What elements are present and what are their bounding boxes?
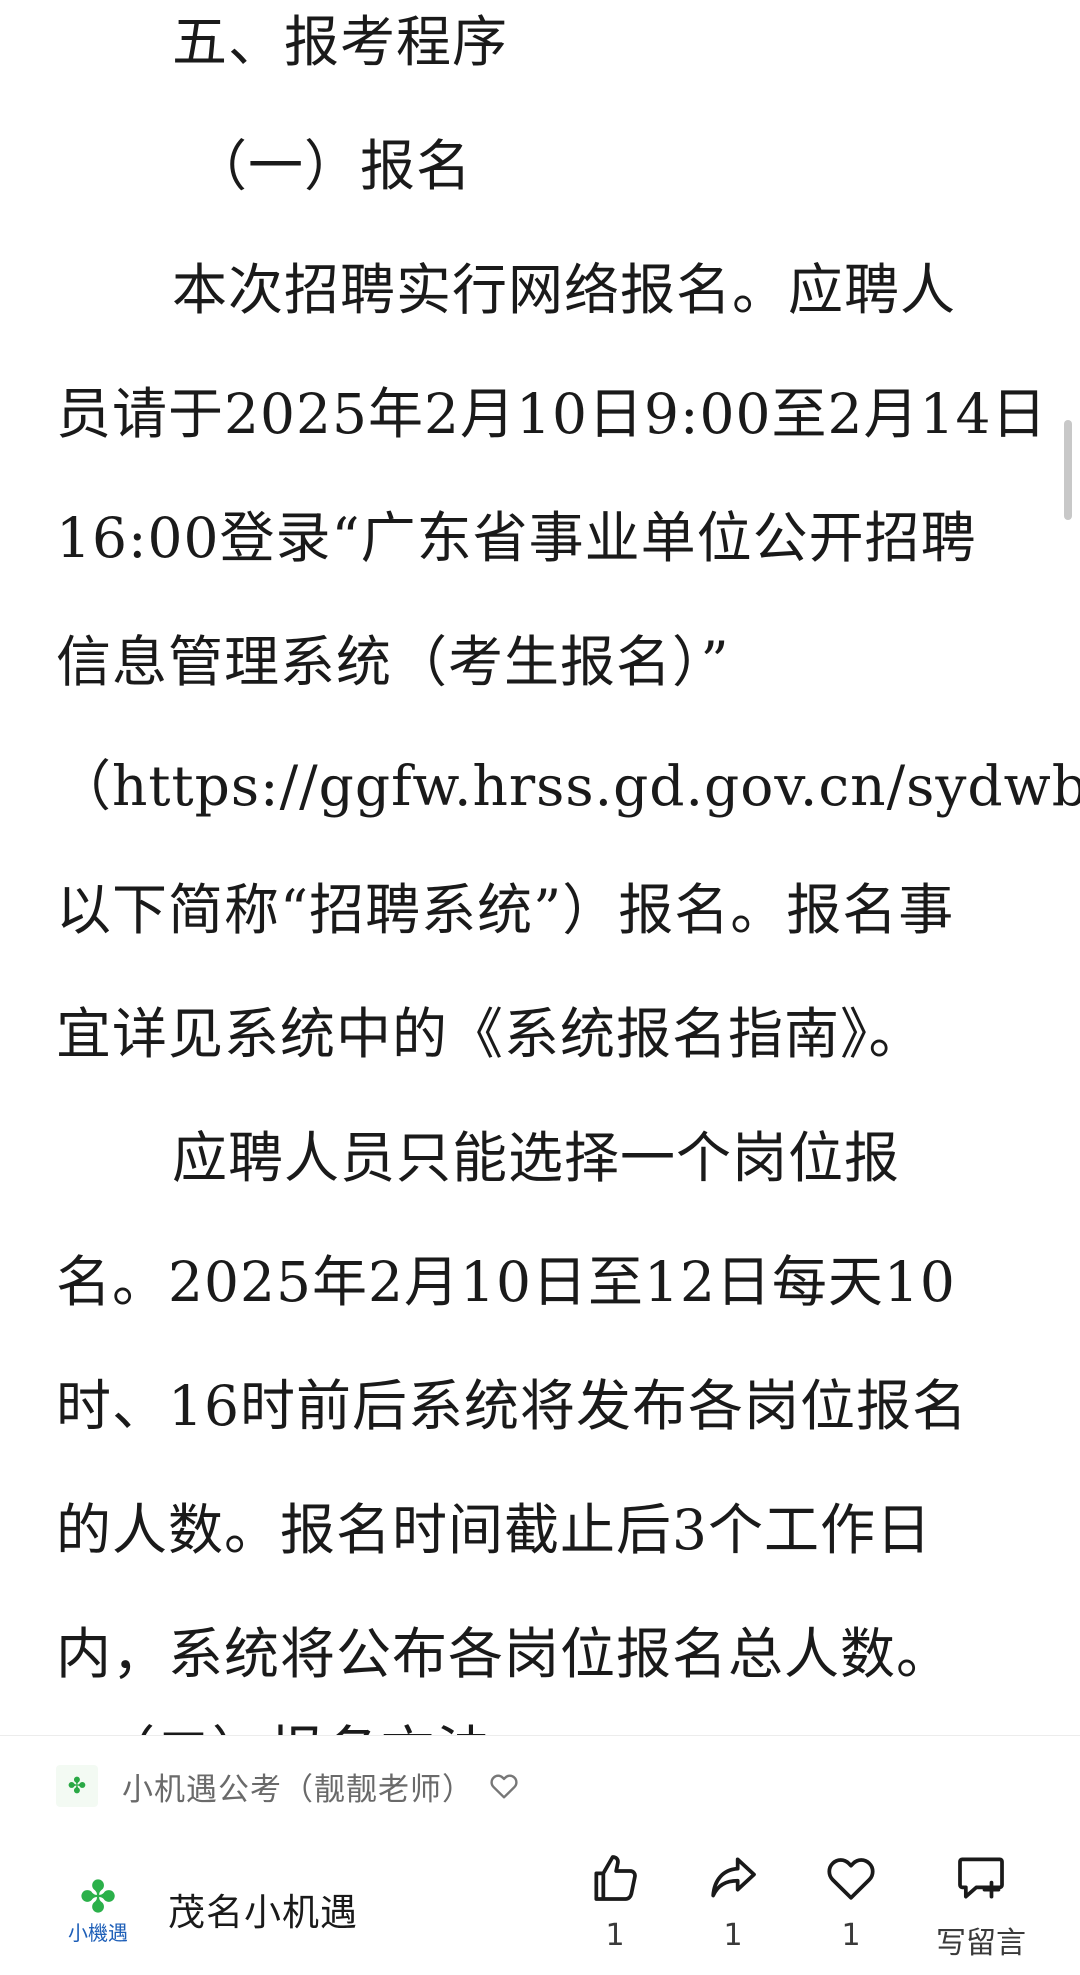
comment-button[interactable]: 写留言 bbox=[916, 1844, 1046, 1964]
article-content: 五、报考程序 （一）报名 本次招聘实行网络报名。应聘人 员请于2025年2月10… bbox=[0, 0, 1080, 1735]
source-account-logo: ✤ bbox=[56, 1765, 98, 1807]
paragraph-line: 信息管理系统（考生报名）” bbox=[56, 630, 730, 694]
subsection-heading: （二）报名方法 bbox=[100, 1712, 492, 1735]
paragraph-line: 本次招聘实行网络报名。应聘人 bbox=[172, 258, 957, 322]
paragraph-line: 宜详见系统中的《系统报名指南》。 bbox=[56, 1002, 925, 1066]
paragraph-line-url: （https://ggfw.hrss.gd.gov.cn/sydwbk， bbox=[56, 754, 1080, 818]
paragraph-line: 时、16时前后系统将发布各岗位报名 bbox=[56, 1374, 968, 1438]
paragraph-line: 内，系统将公布各岗位报名总人数。 bbox=[56, 1622, 953, 1686]
like-button[interactable]: 1 bbox=[560, 1844, 670, 1964]
account-name[interactable]: 茂名小机遇 bbox=[168, 1882, 358, 1936]
paragraph-line: 应聘人员只能选择一个岗位报 bbox=[172, 1126, 901, 1190]
like-count: 1 bbox=[605, 1918, 625, 1953]
comment-label: 写留言 bbox=[936, 1926, 1026, 1961]
heart-icon bbox=[827, 1858, 875, 1900]
share-count: 1 bbox=[723, 1918, 743, 1953]
source-account-row[interactable]: ✤ 小机遇公考（靓靓老师） bbox=[56, 1756, 520, 1816]
subsection-heading: （一）报名 bbox=[192, 134, 473, 198]
account-row[interactable]: ✤ 小機遇 茂名小机遇 bbox=[56, 1854, 358, 1964]
scrollbar[interactable] bbox=[1064, 420, 1072, 520]
paragraph-line: 的人数。报名时间截止后3个工作日 bbox=[56, 1498, 932, 1562]
paragraph-line: 16:00登录“广东省事业单位公开招聘 bbox=[56, 506, 977, 570]
heart-count: 1 bbox=[841, 1918, 861, 1953]
share-arrow-icon bbox=[711, 1857, 756, 1898]
action-bar: 1 1 1 写留言 bbox=[560, 1844, 1060, 1964]
thumbs-up-icon bbox=[594, 1855, 637, 1901]
clover-icon: ✤ bbox=[79, 1872, 117, 1923]
paragraph-line: 以下简称“招聘系统”）报名。报名事 bbox=[56, 878, 955, 942]
source-account-name[interactable]: 小机遇公考（靓靓老师） bbox=[122, 1764, 474, 1809]
bottom-bar: ✤ 小机遇公考（靓靓老师） ✤ 小機遇 茂名小机遇 1 1 1 写留言 bbox=[0, 1735, 1080, 1975]
account-avatar[interactable]: ✤ 小機遇 bbox=[56, 1861, 140, 1957]
share-button[interactable]: 1 bbox=[678, 1844, 788, 1964]
comment-add-icon bbox=[958, 1857, 1004, 1899]
paragraph-line: 员请于2025年2月10日9:00至2月14日 bbox=[56, 382, 1048, 446]
logo-text: 小機遇 bbox=[68, 1921, 128, 1945]
section-heading: 五、报考程序 bbox=[172, 10, 509, 74]
heart-button[interactable]: 1 bbox=[796, 1844, 906, 1964]
paragraph-line: 名。2025年2月10日至12日每天10 bbox=[56, 1250, 956, 1314]
heart-outline-icon[interactable] bbox=[488, 1770, 520, 1802]
